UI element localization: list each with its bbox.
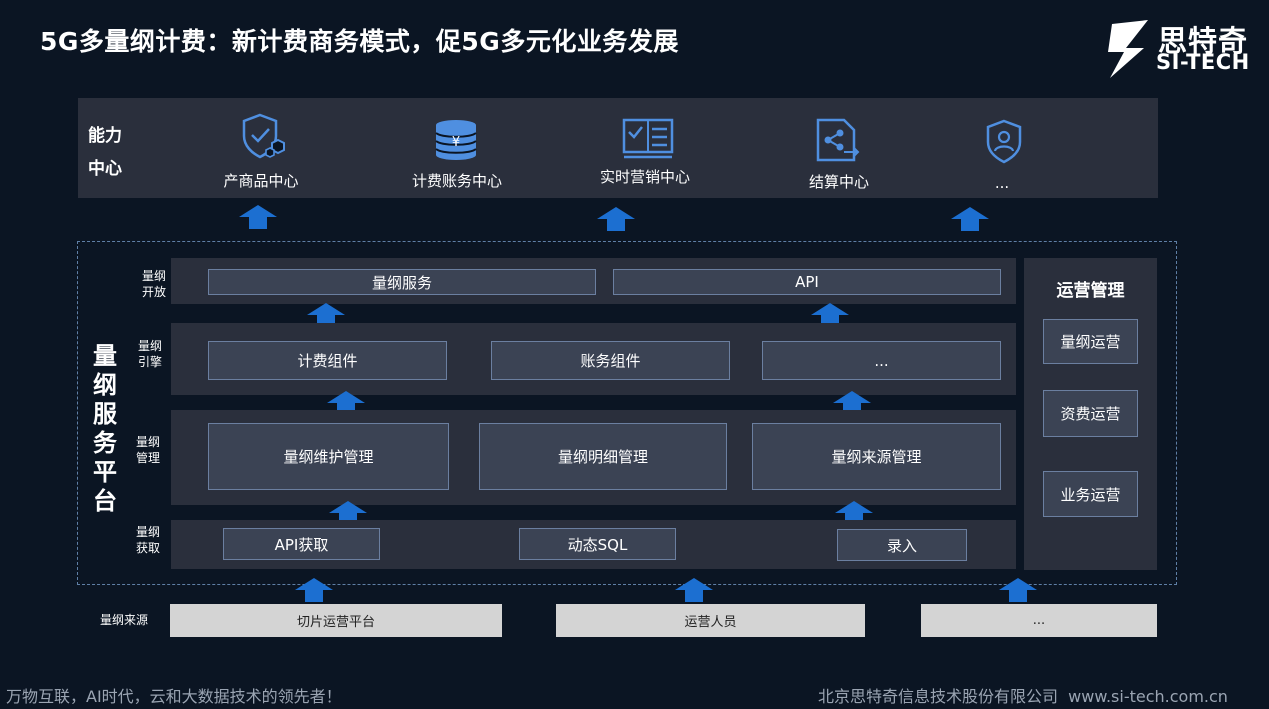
platform-label: 量纲服务平台 [93, 342, 117, 515]
svg-text:¥: ¥ [452, 135, 460, 150]
arrow-up-icon [675, 578, 713, 602]
source-operators: 运营人员 [556, 604, 865, 637]
layer-manage-label: 量纲 管理 [135, 435, 160, 465]
box-engine-more: ... [762, 341, 1001, 380]
box-dimension-detail: 量纲明细管理 [479, 423, 727, 490]
user-shield-icon [986, 119, 1022, 164]
layer-open-label: 量纲 开放 [141, 269, 166, 299]
source-more: ... [921, 604, 1157, 637]
arrow-up-icon [999, 578, 1037, 602]
footer-slogan: 万物互联，AI时代，云和大数据技术的领先者！ [6, 687, 342, 706]
checklist-board-icon [622, 118, 674, 159]
box-billing-component: 计费组件 [208, 341, 447, 380]
footer-company: 北京思特奇信息技术股份有限公司 www.si-tech.com.cn [818, 687, 1228, 706]
arrow-up-icon [295, 578, 333, 602]
box-manual-entry: 录入 [837, 529, 967, 561]
coin-stack-icon: ¥ [435, 120, 477, 160]
box-dimension-service: 量纲服务 [208, 269, 596, 295]
cap-item-settlement-center: 结算中心 [808, 173, 869, 191]
layer-acquire-label: 量纲 获取 [135, 525, 160, 555]
logo-text-en: SI-TECH [1156, 50, 1250, 74]
box-dimension-source: 量纲来源管理 [752, 423, 1001, 490]
cap-item-marketing-center: 实时营销中心 [599, 168, 690, 186]
arrow-up-icon [951, 207, 989, 231]
box-dimension-maintenance: 量纲维护管理 [208, 423, 449, 490]
arrow-up-icon [597, 207, 635, 231]
cap-item-billing-center: 计费账务中心 [411, 172, 502, 190]
box-dynamic-sql: 动态SQL [519, 528, 676, 560]
cap-item-product-center: 产商品中心 [223, 172, 299, 190]
operations-title: 运营管理 [1056, 281, 1125, 301]
box-api: API [613, 269, 1001, 295]
document-share-icon [816, 118, 860, 162]
box-account-component: 账务组件 [491, 341, 730, 380]
page-title: 5G多量纲计费：新计费商务模式，促5G多元化业务发展 [40, 27, 679, 56]
shield-check-icon [242, 113, 285, 159]
box-api-acquire: API获取 [223, 528, 380, 560]
source-slice-platform: 切片运营平台 [170, 604, 502, 637]
layer-engine-label: 量纲 引擎 [137, 339, 162, 369]
box-tariff-operation: 资费运营 [1043, 390, 1138, 437]
arrow-up-icon [239, 205, 277, 229]
source-label: 量纲来源 [100, 613, 149, 627]
box-dimension-operation: 量纲运营 [1043, 319, 1138, 364]
box-business-operation: 业务运营 [1043, 471, 1138, 517]
capability-center-label: 能力 中心 [88, 126, 122, 179]
cap-item-more: ... [994, 174, 1010, 192]
